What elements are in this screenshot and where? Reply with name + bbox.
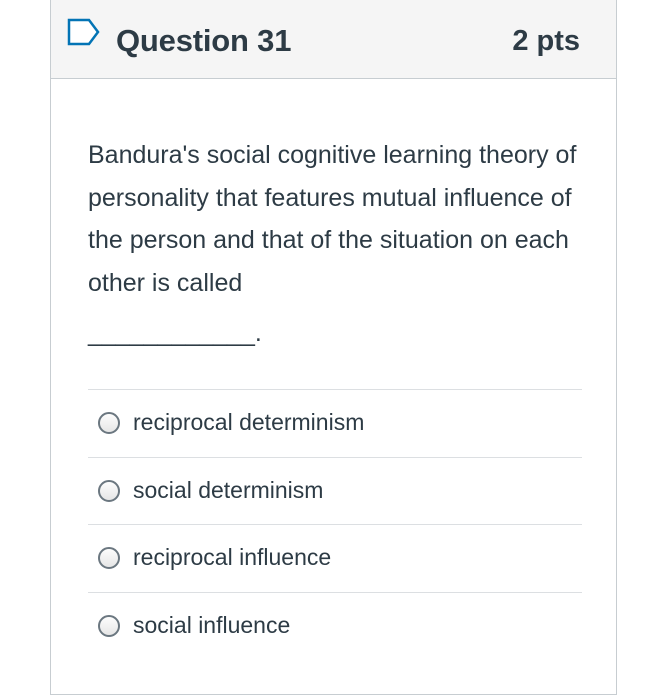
question-points: 2 pts — [512, 25, 580, 57]
answer-label[interactable]: reciprocal influence — [133, 542, 331, 572]
answer-option[interactable]: social influence — [88, 591, 582, 660]
answer-option[interactable]: social determinism — [88, 456, 582, 525]
question-blank: ____________. — [88, 319, 262, 347]
radio-button[interactable] — [98, 547, 120, 569]
answer-option[interactable]: reciprocal influence — [88, 524, 582, 592]
radio-button[interactable] — [98, 479, 120, 502]
flag-question-icon[interactable] — [67, 18, 101, 46]
question-title: Question 31 — [116, 23, 292, 58]
answer-label[interactable]: social determinism — [133, 475, 323, 505]
radio-button[interactable] — [98, 614, 120, 637]
radio-button[interactable] — [98, 412, 120, 434]
answer-label[interactable]: reciprocal determinism — [133, 407, 364, 437]
answer-list: reciprocal determinism social determinis… — [88, 389, 582, 659]
answer-option[interactable]: reciprocal determinism — [88, 389, 582, 457]
question-text: Bandura's social cognitive learning theo… — [88, 141, 577, 297]
question-header: Question 31 2 pts — [51, 0, 616, 79]
answer-label[interactable]: social influence — [133, 610, 290, 640]
question-card: Question 31 2 pts Bandura's social cogni… — [50, 0, 617, 695]
